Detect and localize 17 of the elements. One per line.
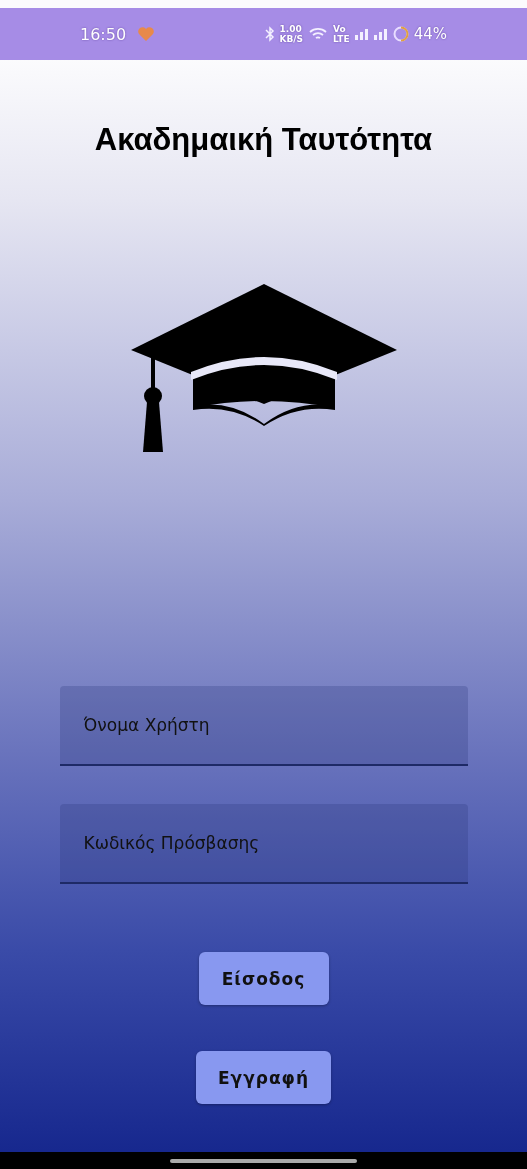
action-button[interactable]: Εγγραφή: [196, 1051, 331, 1104]
network-speed: 1.00: [279, 24, 303, 34]
bluetooth-icon: [264, 26, 275, 42]
action-button[interactable]: Είσοδος: [198, 952, 329, 1005]
graduation-cap-icon: [130, 284, 397, 454]
clock: 16:50: [80, 24, 127, 44]
battery-icon: [392, 26, 409, 42]
app-title: Ακαδημαική Ταυτότητα: [94, 122, 433, 158]
heart-icon: [137, 26, 156, 42]
volte-label: Vo: [333, 24, 347, 34]
home-indicator[interactable]: [170, 1158, 357, 1163]
signal-icon: [354, 28, 369, 40]
battery-percentage: 44%: [413, 25, 447, 43]
lte-label: LTE: [333, 34, 350, 44]
wifi-icon: [308, 26, 329, 42]
signal-icon: [373, 28, 388, 40]
speed-unit: KB/S: [279, 34, 304, 44]
